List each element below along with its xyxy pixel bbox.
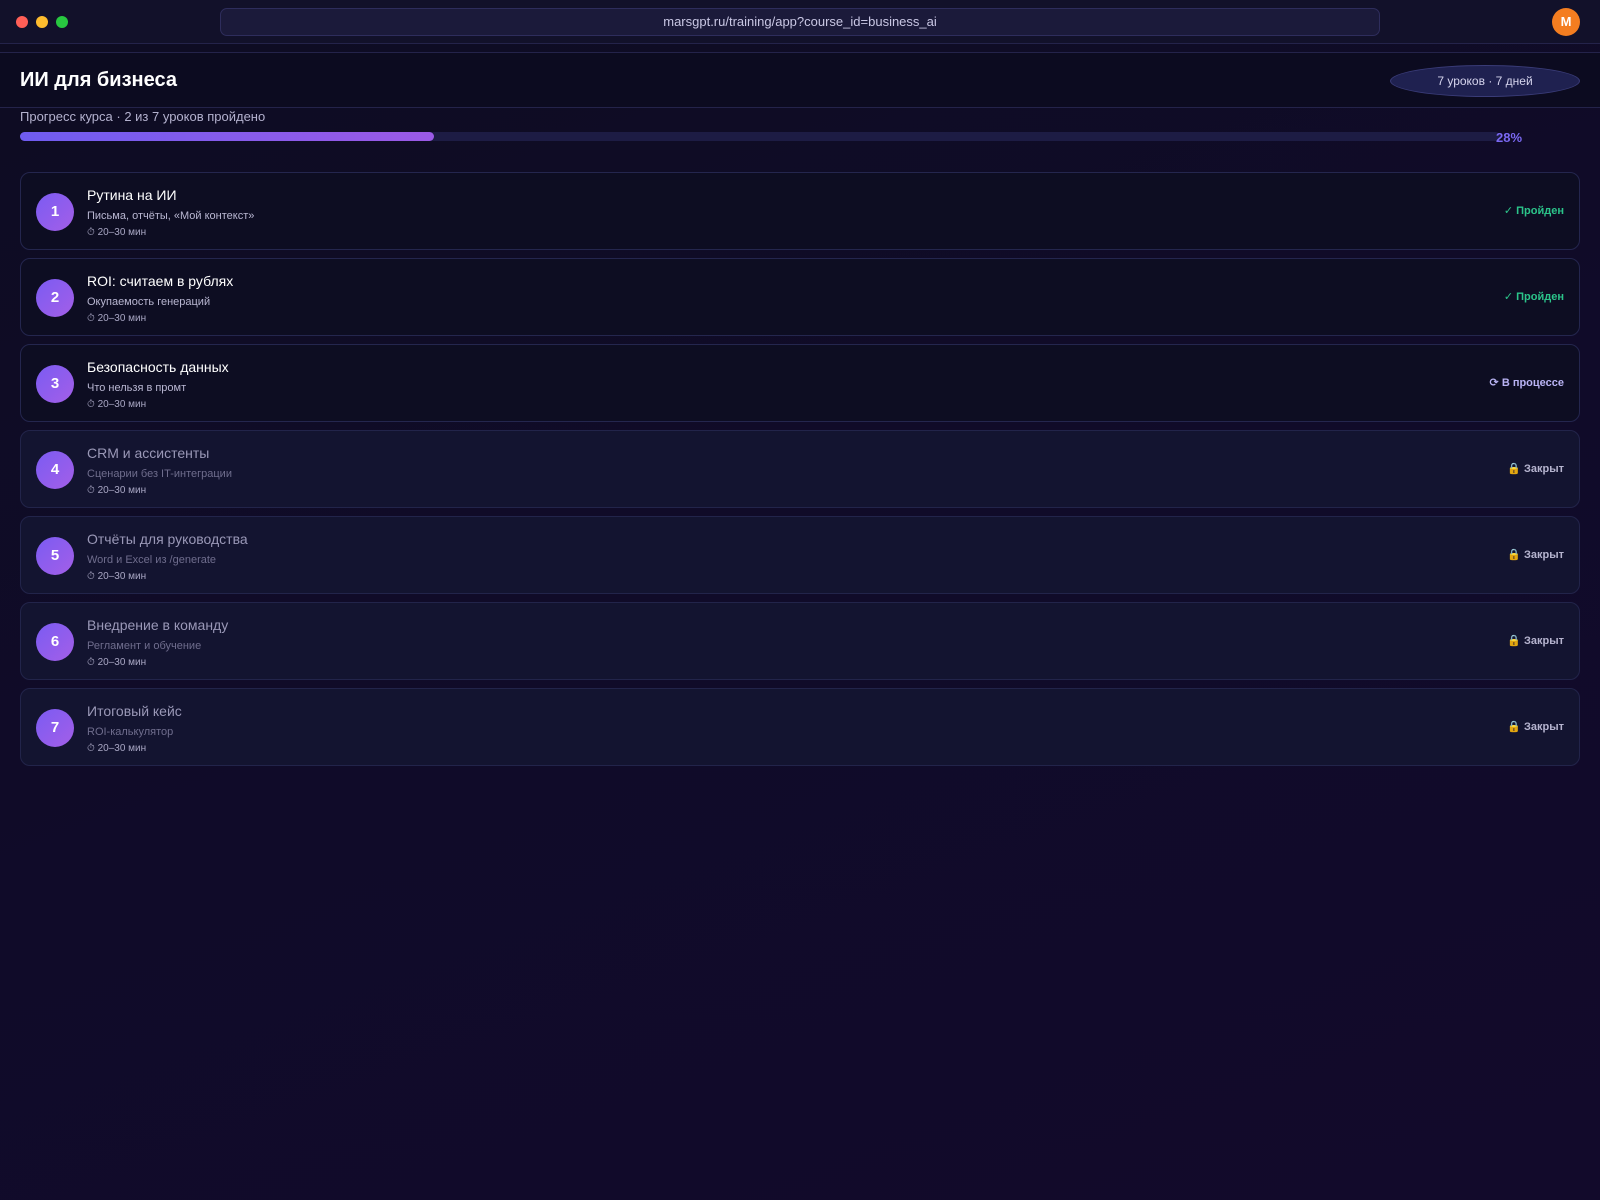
lesson-subtitle: Word и Excel из /generate: [87, 554, 217, 566]
progress-percent: 28%: [1496, 130, 1523, 145]
lesson-number-badge: 1: [36, 193, 74, 231]
lesson-card-4: 4 CRM и ассистенты Сценарии без IT-интег…: [20, 430, 1580, 508]
address-bar[interactable]: marsgpt.ru/training/app?course_id=busine…: [220, 8, 1380, 36]
lesson-title: Внедрение в команду: [87, 617, 229, 633]
window-close-button[interactable]: [16, 16, 28, 28]
lesson-status-in-progress: ⟳ В процессе: [1489, 377, 1564, 389]
progress-label: Прогресс курса · 2 из 7 уроков пройдено: [20, 109, 266, 124]
lesson-list: 1 Рутина на ИИ Письма, отчёты, «Мой конт…: [20, 172, 1580, 774]
lesson-title: Отчёты для руководства: [87, 531, 248, 547]
lesson-subtitle: Что нельзя в промт: [87, 382, 187, 394]
lesson-subtitle: Сценарии без IT-интеграции: [87, 468, 232, 480]
lesson-card-5: 5 Отчёты для руководства Word и Excel из…: [20, 516, 1580, 594]
lesson-number-badge: 2: [36, 279, 74, 317]
lesson-card-7: 7 Итоговый кейс ROI-калькулятор ⏱ 20–30 …: [20, 688, 1580, 766]
lesson-subtitle: Письма, отчёты, «Мой контекст»: [87, 210, 255, 222]
lesson-number-badge: 6: [36, 623, 74, 661]
window-maximize-button[interactable]: [56, 16, 68, 28]
lesson-duration: ⏱ 20–30 мин: [87, 399, 147, 410]
browser-toolbar: marsgpt.ru/training/app?course_id=busine…: [0, 0, 1600, 44]
lesson-status-done: ✓ Пройден: [1503, 205, 1564, 217]
lesson-duration: ⏱ 20–30 мин: [87, 485, 147, 496]
lesson-title: Итоговый кейс: [87, 703, 182, 719]
progress-bar-fill: [20, 132, 435, 141]
lesson-number-badge: 7: [36, 709, 74, 747]
avatar[interactable]: M: [1552, 8, 1580, 36]
lesson-status-done: ✓ Пройден: [1503, 291, 1564, 303]
lesson-title: Безопасность данных: [87, 359, 229, 375]
course-header: ИИ для бизнеса 7 уроков · 7 дней: [0, 52, 1600, 108]
page-title: ИИ для бизнеса: [20, 69, 177, 91]
lesson-duration: ⏱ 20–30 мин: [87, 227, 147, 238]
lesson-subtitle: Окупаемость генераций: [87, 296, 211, 308]
lesson-status-locked: 🔒 Закрыт: [1507, 549, 1564, 561]
lesson-card-3[interactable]: 3 Безопасность данных Что нельзя в промт…: [20, 344, 1580, 422]
progress-bar: [20, 132, 1500, 141]
lesson-subtitle: ROI-калькулятор: [87, 726, 174, 738]
lesson-card-2[interactable]: 2 ROI: считаем в рублях Окупаемость гене…: [20, 258, 1580, 336]
lesson-card-6: 6 Внедрение в команду Регламент и обучен…: [20, 602, 1580, 680]
course-duration-badge: 7 уроков · 7 дней: [1390, 65, 1580, 97]
lesson-title: Рутина на ИИ: [87, 187, 177, 203]
lesson-status-locked: 🔒 Закрыт: [1507, 635, 1564, 647]
lesson-status-locked: 🔒 Закрыт: [1507, 463, 1564, 475]
lesson-duration: ⏱ 20–30 мин: [87, 743, 147, 754]
lesson-duration: ⏱ 20–30 мин: [87, 313, 147, 324]
lesson-title: CRM и ассистенты: [87, 445, 210, 461]
lesson-number-badge: 3: [36, 365, 74, 403]
lesson-number-badge: 5: [36, 537, 74, 575]
window-minimize-button[interactable]: [36, 16, 48, 28]
lesson-status-locked: 🔒 Закрыт: [1507, 721, 1564, 733]
lesson-duration: ⏱ 20–30 мин: [87, 571, 147, 582]
lesson-title: ROI: считаем в рублях: [87, 273, 234, 289]
lesson-number-badge: 4: [36, 451, 74, 489]
lesson-duration: ⏱ 20–30 мин: [87, 657, 147, 668]
lesson-subtitle: Регламент и обучение: [87, 640, 202, 652]
lesson-card-1[interactable]: 1 Рутина на ИИ Письма, отчёты, «Мой конт…: [20, 172, 1580, 250]
